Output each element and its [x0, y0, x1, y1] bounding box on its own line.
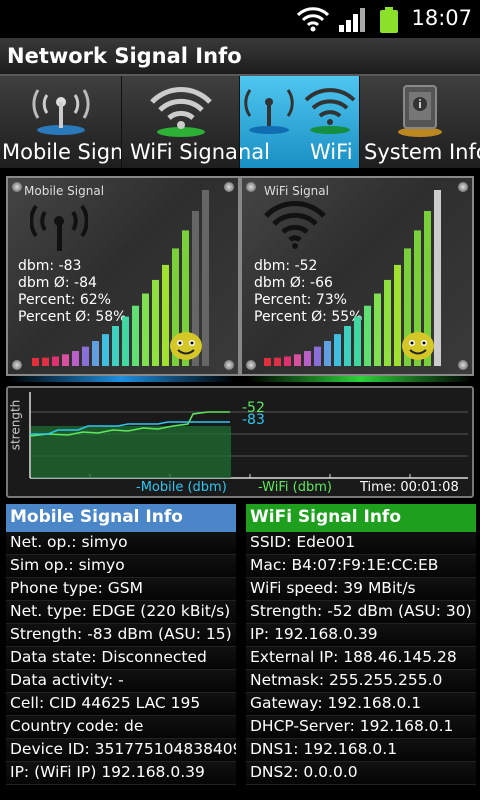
cell-tower-icon — [32, 89, 90, 135]
signal-bar — [102, 334, 109, 366]
tab-wifi-signal[interactable]: WiFi Signal — [122, 76, 240, 168]
signal-bar — [344, 326, 351, 366]
signal-bar — [42, 357, 49, 366]
tab-bar: Mobile Signa WiFi Signal nal WiFi & — [0, 76, 480, 168]
status-bar: 18:07 — [0, 0, 480, 38]
screw-decor — [224, 360, 234, 370]
signal-bar — [132, 305, 139, 366]
info-row: SSID: Ede001 — [246, 532, 476, 555]
graph-y-label: strength — [8, 399, 23, 451]
info-row: Data activity: - — [6, 670, 236, 693]
signal-bar — [324, 341, 331, 366]
signal-bars-icon — [339, 8, 365, 32]
wifi-status-icon — [296, 7, 330, 32]
signal-bar — [122, 316, 129, 366]
signal-bar — [364, 305, 371, 366]
signal-bar — [314, 346, 321, 366]
info-row: DHCP-Server: 192.168.0.1 — [246, 716, 476, 739]
info-row: IP: 192.168.0.39 — [246, 624, 476, 647]
info-row: DNS1: 192.168.0.1 — [246, 739, 476, 762]
info-row: DNS2: 0.0.0.0 — [246, 762, 476, 785]
legend-wifi: -WiFi (dbm) — [258, 480, 332, 495]
mobile-signal-gauge: Mobile Signal dbm: -83 dbm Ø: -84 Percen… — [6, 176, 240, 376]
info-row: Phone type: GSM — [6, 578, 236, 601]
android-mascot-icon — [402, 332, 434, 360]
signal-bar — [62, 354, 69, 366]
signal-bar — [32, 358, 39, 366]
info-row: Sim op.: simyo — [6, 555, 236, 578]
battery-icon — [380, 7, 398, 33]
info-row: IP: (WiFi IP) 192.168.0.39 — [6, 762, 236, 785]
info-row: Country code: de — [6, 716, 236, 739]
strength-graph: strength -52 -83 -Mobile (dbm) -WiFi (db… — [6, 386, 474, 498]
phone-info-icon — [398, 85, 442, 137]
signal-bar — [112, 326, 119, 366]
signal-bar — [92, 341, 99, 366]
screw-decor — [224, 182, 234, 192]
screw-decor — [12, 360, 22, 370]
tab-system-info[interactable]: System Info — [360, 76, 480, 168]
wifi-glow-decor — [248, 376, 472, 382]
info-row: Mac: B4:07:F9:1E:CC:EB — [246, 555, 476, 578]
info-row: Strength: -52 dBm (ASU: 30) — [246, 601, 476, 624]
mobile-info-section: Mobile Signal Info Net. op.: simyo Sim op… — [6, 504, 236, 785]
signal-bar — [304, 351, 311, 366]
signal-bar — [384, 279, 391, 366]
android-mascot-icon — [170, 332, 202, 360]
screw-decor — [246, 182, 256, 192]
info-row: Data state: Disconnected — [6, 647, 236, 670]
tab-mobile-wifi[interactable]: nal WiFi & — [240, 76, 360, 168]
signal-bar — [354, 316, 361, 366]
signal-bar — [72, 351, 79, 366]
signal-bar — [374, 293, 381, 366]
info-row: Cell: CID 44625 LAC 195 — [6, 693, 236, 716]
wifi-signal-gauge: WiFi Signal dbm: -52 dbm Ø: -66 Percent:… — [240, 176, 474, 376]
mobile-info-header: Mobile Signal Info — [6, 504, 236, 532]
wifi-icon — [150, 87, 212, 137]
screw-decor — [12, 182, 22, 192]
signal-bar — [294, 354, 301, 366]
tab-label: nal — [240, 140, 271, 164]
screw-decor — [458, 182, 468, 192]
info-row: Device ID: 351775104838409​6 — [6, 739, 236, 762]
signal-bar — [284, 356, 291, 366]
tab-label: WiFi Signal — [130, 140, 240, 164]
wifi-info-header: WiFi Signal Info — [246, 504, 476, 532]
tab-label: System Info — [364, 140, 480, 164]
info-row: Netmask: 255.255.255.0 — [246, 670, 476, 693]
info-row: WiFi speed: 39 MBit/s — [246, 578, 476, 601]
cell-tower-icon — [244, 89, 294, 134]
signal-bar — [152, 279, 159, 366]
signal-bar — [264, 358, 271, 366]
signal-bar — [142, 293, 149, 366]
screw-decor — [246, 360, 256, 370]
signal-bar — [334, 334, 341, 366]
signal-bar — [82, 346, 89, 366]
tab-label: WiFi & — [310, 140, 359, 164]
signal-bar — [274, 357, 281, 366]
signal-gauges: Mobile Signal dbm: -83 dbm Ø: -84 Percen… — [0, 172, 480, 382]
screw-decor — [458, 360, 468, 370]
tab-label: Mobile Signa — [2, 140, 121, 164]
legend-mobile: -Mobile (dbm) — [136, 480, 227, 495]
app-title-bar: Network Signal Info — [0, 38, 480, 76]
info-row: Net. op.: simyo — [6, 532, 236, 555]
signal-bar — [52, 356, 59, 366]
graph-elapsed-time: Time: 00:01:08 — [360, 480, 459, 495]
info-row: Net. type: EDGE (220 kBit/s) — [6, 601, 236, 624]
clock: 18:07 — [411, 6, 472, 30]
info-row: External IP: 188.46.145.28 — [246, 647, 476, 670]
app-title: Network Signal Info — [7, 44, 242, 68]
tab-mobile-signal[interactable]: Mobile Signa — [0, 76, 122, 168]
mobile-current-value: -83 — [242, 412, 265, 428]
wifi-icon — [304, 88, 356, 134]
wifi-info-section: WiFi Signal Info SSID: Ede001 Mac: B4:07:… — [246, 504, 476, 785]
info-row: Strength: -83 dBm (ASU: 15) — [6, 624, 236, 647]
info-row: Gateway: 192.168.0.1 — [246, 693, 476, 716]
mobile-glow-decor — [8, 376, 234, 382]
